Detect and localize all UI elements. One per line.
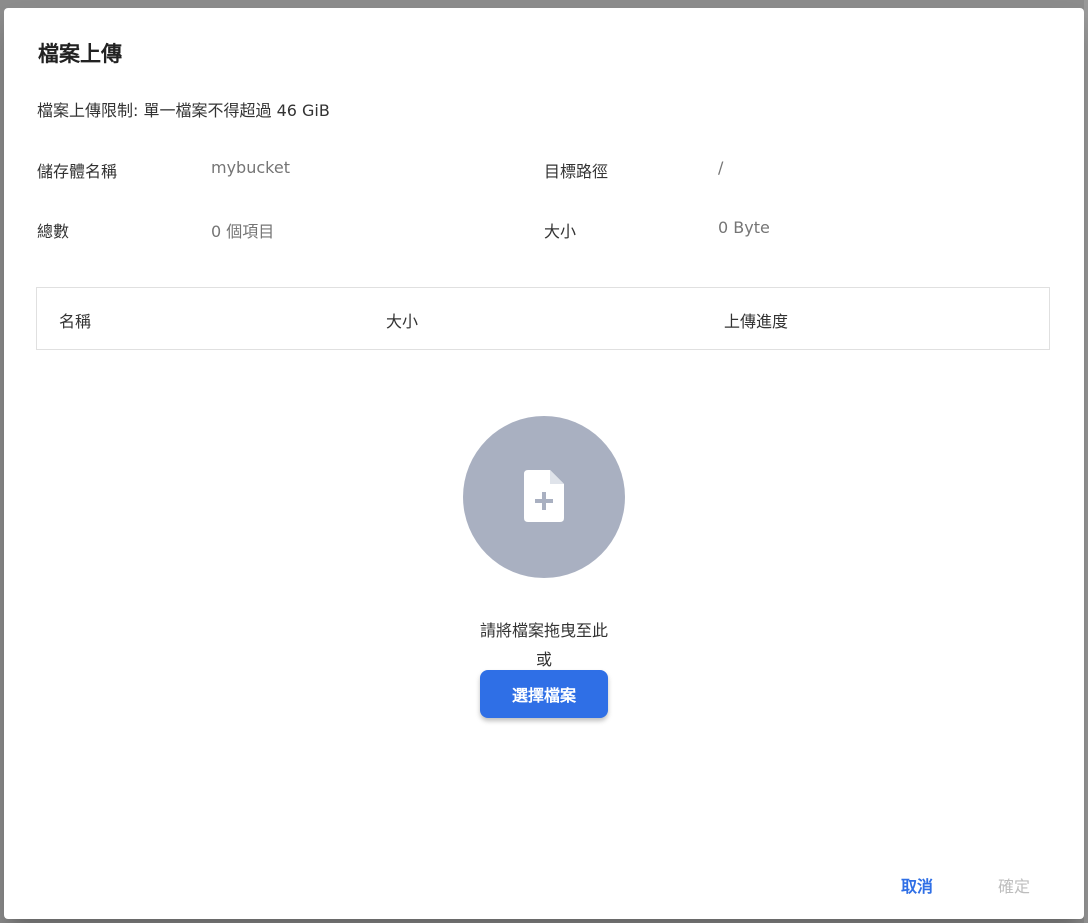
target-path-value: / <box>718 158 724 177</box>
upload-table-header: 名稱 大小 上傳進度 <box>36 287 1050 350</box>
target-path-label: 目標路徑 <box>544 162 609 181</box>
cancel-button[interactable]: 取消 <box>897 870 937 900</box>
select-file-button[interactable]: 選擇檔案 <box>480 670 608 718</box>
dialog-title: 檔案上傳 <box>38 42 122 66</box>
file-plus-icon <box>524 470 564 522</box>
file-upload-dialog: 檔案上傳 檔案上傳限制: 單一檔案不得超過 46 GiB 儲存體名稱 mybuc… <box>4 8 1084 919</box>
column-progress[interactable]: 上傳進度 <box>724 308 788 332</box>
confirm-button[interactable]: 確定 <box>994 870 1034 900</box>
upload-limit-text: 檔案上傳限制: 單一檔案不得超過 46 GiB <box>37 101 330 120</box>
total-size-value: 0 Byte <box>718 218 770 237</box>
drop-hint: 請將檔案拖曳至此 <box>479 621 608 640</box>
or-text: 或 <box>535 650 552 669</box>
dropzone[interactable] <box>463 416 625 578</box>
bucket-name-value: mybucket <box>211 158 290 177</box>
total-count-value: 0 個項目 <box>211 222 275 241</box>
total-size-label: 大小 <box>544 222 577 241</box>
column-size[interactable]: 大小 <box>386 308 418 332</box>
bucket-name-label: 儲存體名稱 <box>37 162 118 181</box>
total-count-label: 總數 <box>37 222 70 241</box>
column-name[interactable]: 名稱 <box>59 308 91 332</box>
backdrop-edge <box>1084 0 1088 923</box>
